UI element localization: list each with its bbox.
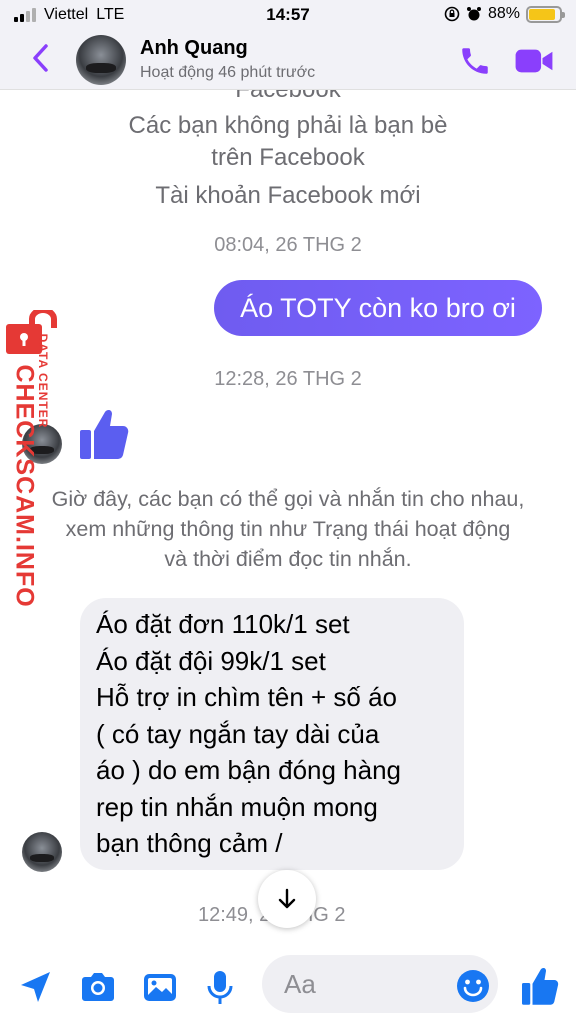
conversation-header: Anh Quang Hoạt động 46 phút trước bbox=[0, 30, 576, 90]
input-placeholder: Aa bbox=[284, 969, 316, 999]
back-chevron-icon[interactable] bbox=[26, 40, 56, 76]
lock-icon bbox=[6, 310, 57, 354]
contact-name[interactable]: Anh Quang bbox=[140, 37, 248, 60]
system-text: xem những thông tin như Trạng thái hoạt … bbox=[65, 517, 511, 541]
message-line: rep tin nhắn muộn mong bbox=[96, 791, 378, 822]
rotation-lock-icon bbox=[444, 6, 460, 22]
system-text: Tài khoản Facebook mới bbox=[155, 182, 421, 209]
composer-bar: Aa bbox=[0, 945, 576, 1024]
send-location-icon[interactable] bbox=[16, 967, 56, 1007]
contact-avatar[interactable] bbox=[76, 35, 126, 85]
message-line: Hỗ trợ in chìm tên + số áo bbox=[96, 682, 398, 712]
timestamp: 08:04, 26 THG 2 bbox=[214, 234, 362, 256]
message-line: bạn thông cảm / bbox=[96, 828, 283, 858]
thumbs-up-icon[interactable] bbox=[520, 965, 560, 1007]
scroll-to-bottom-button[interactable] bbox=[258, 870, 316, 928]
camera-icon[interactable] bbox=[78, 967, 118, 1007]
sender-avatar[interactable] bbox=[22, 832, 62, 872]
system-text: và thời điểm đọc tin nhắn. bbox=[164, 547, 412, 571]
message-line: Áo đặt đơn 110k/1 set bbox=[96, 609, 350, 639]
outgoing-message[interactable]: Áo TOTY còn ko bro ơi bbox=[214, 280, 542, 336]
watermark: DATA CENTER CHECKSCAM.INFO bbox=[0, 310, 70, 608]
incoming-message[interactable]: Áo đặt đơn 110k/1 set Áo đặt đội 99k/1 s… bbox=[80, 598, 464, 870]
message-list[interactable]: Facebook Các bạn không phải là bạn bè tr… bbox=[0, 90, 576, 945]
thumbs-up-icon[interactable] bbox=[78, 406, 130, 462]
activity-status: Hoạt động 46 phút trước bbox=[140, 64, 316, 81]
battery-icon bbox=[526, 5, 565, 23]
alarm-icon bbox=[466, 7, 481, 21]
microphone-icon[interactable] bbox=[200, 967, 240, 1007]
status-right: 88% bbox=[444, 5, 565, 23]
phone-icon[interactable] bbox=[458, 44, 492, 78]
message-line: ( có tay ngắn tay dài của bbox=[96, 718, 380, 749]
message-line: áo ) do em bận đóng hàng bbox=[96, 755, 402, 785]
message-line: Áo đặt đội 99k/1 set bbox=[96, 645, 326, 676]
battery-percent: 88% bbox=[487, 5, 520, 22]
system-text: Các bạn không phải là bạn bè bbox=[128, 112, 448, 139]
system-text: trên Facebook bbox=[211, 144, 365, 171]
emoji-icon[interactable] bbox=[456, 969, 490, 1003]
photo-icon[interactable] bbox=[140, 967, 180, 1007]
arrow-down-icon bbox=[278, 888, 296, 909]
system-text-cut: Facebook bbox=[0, 90, 576, 108]
timestamp: 12:28, 26 THG 2 bbox=[214, 368, 362, 390]
status-bar: Viettel LTE 14:57 88% bbox=[0, 0, 576, 30]
system-text: Giờ đây, các bạn có thể gọi và nhắn tin … bbox=[51, 487, 525, 511]
video-camera-icon[interactable] bbox=[514, 44, 554, 78]
watermark-main: CHECKSCAM.INFO bbox=[10, 364, 39, 608]
